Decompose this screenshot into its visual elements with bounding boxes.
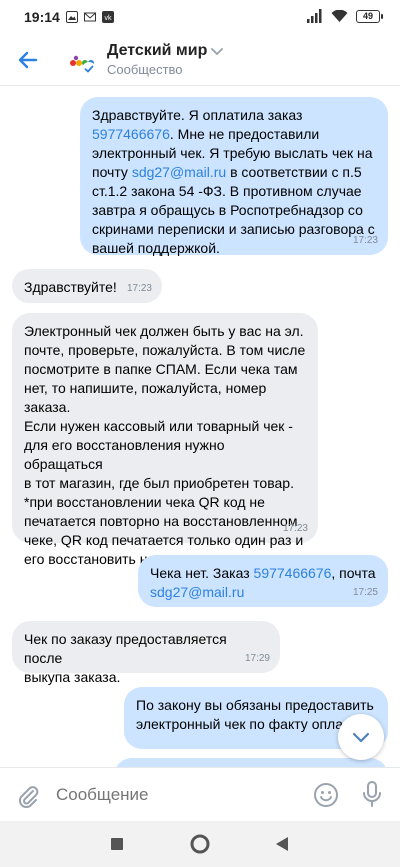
microphone-icon[interactable]	[360, 780, 384, 810]
scroll-down-button[interactable]	[338, 714, 384, 760]
vk-notification-icon: vk	[102, 11, 114, 23]
chat-title[interactable]: Детский мир	[107, 42, 207, 60]
status-bar: 19:14 vk 49	[0, 0, 400, 34]
triangle-back-icon	[276, 837, 288, 851]
square-icon	[111, 838, 123, 850]
message-text-segment: Здравствуйте!	[24, 279, 117, 295]
battery-icon: 49	[356, 9, 383, 23]
verified-icon	[82, 62, 96, 76]
message-text: Чек по заказу предоставляется после выку…	[24, 630, 268, 687]
image-notification-icon	[66, 11, 78, 23]
message-link[interactable]: 5977466676	[254, 565, 332, 581]
chevron-down-icon	[352, 732, 370, 743]
back-arrow-icon[interactable]	[14, 46, 42, 74]
status-notification-icons: vk	[66, 11, 114, 23]
message-bubble[interactable]: Здравствуйте! 17:23	[12, 269, 162, 303]
recents-button[interactable]	[103, 830, 131, 858]
message-input[interactable]	[56, 780, 296, 810]
status-time: 19:14	[24, 9, 60, 25]
home-button[interactable]	[186, 830, 214, 858]
chat-header: Детский мир Сообщество	[0, 34, 400, 86]
message-bubble[interactable]: Здравствуйте. Я оплатила заказ 597746667…	[80, 97, 388, 258]
message-composer	[0, 767, 400, 821]
message-time: 17:29	[244, 653, 270, 664]
chevron-down-icon[interactable]	[211, 48, 223, 56]
emoji-icon[interactable]	[312, 781, 340, 809]
signal-icon	[307, 9, 322, 23]
message-text: Здравствуйте. Я оплатила заказ 597746667…	[92, 106, 376, 258]
status-system-icons: 49	[307, 9, 383, 23]
message-text-segment: Здравствуйте. Я оплатила заказ	[92, 107, 303, 123]
message-time: 17:23	[352, 235, 378, 246]
message-list[interactable]: Здравствуйте. Я оплатила заказ 597746667…	[0, 86, 400, 767]
system-navigation-bar	[0, 821, 400, 867]
wifi-icon	[331, 9, 348, 22]
message-text-segment: Электронный чек должен быть у вас на эл.…	[24, 323, 306, 567]
back-button[interactable]	[268, 830, 296, 858]
svg-text:vk: vk	[105, 15, 113, 22]
paperclip-icon[interactable]	[14, 782, 42, 810]
message-text: Чека нет. Заказ 5977466676, почта sdg27@…	[150, 564, 376, 602]
mail-notification-icon	[84, 12, 96, 22]
message-time: 17:23	[126, 283, 152, 294]
chat-subtitle: Сообщество	[107, 62, 183, 77]
message-text-segment: Чек по заказу предоставляется после выку…	[24, 631, 227, 685]
message-time: 17:25	[352, 587, 378, 598]
message-time: 17:23	[282, 523, 308, 534]
message-bubble[interactable]: Чека нет. Заказ 5977466676, почта sdg27@…	[138, 555, 388, 607]
message-text-segment: Чека нет. Заказ	[150, 565, 254, 581]
message-link[interactable]: sdg27@mail.ru	[150, 584, 244, 600]
message-bubble[interactable]: Чек по заказу предоставляется после выку…	[12, 621, 280, 685]
message-text: Электронный чек должен быть у вас на эл.…	[24, 322, 306, 569]
message-bubble[interactable]: Электронный чек должен быть у вас на эл.…	[12, 313, 318, 567]
circle-icon	[190, 834, 210, 854]
message-link[interactable]: sdg27@mail.ru	[132, 164, 226, 180]
message-text-segment: , почта	[331, 565, 376, 581]
message-link[interactable]: 5977466676	[92, 126, 170, 142]
